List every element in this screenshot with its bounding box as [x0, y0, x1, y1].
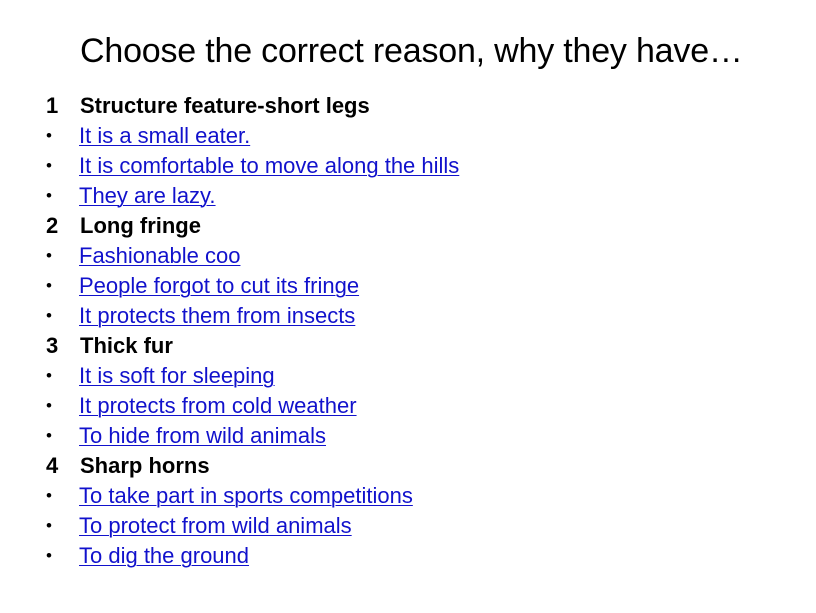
- bullet-icon: •: [46, 156, 52, 175]
- option-link[interactable]: It is a small eater.: [79, 123, 250, 149]
- bullet-icon: •: [46, 486, 52, 505]
- option-link[interactable]: To protect from wild animals: [79, 513, 352, 539]
- bullet-icon: •: [46, 366, 52, 385]
- bullet-icon: •: [46, 276, 52, 295]
- section-heading: 1 Structure feature-short legs: [0, 93, 816, 123]
- question-section: 2 Long fringe • Fashionable coo • People…: [0, 213, 816, 333]
- list-item[interactable]: • To dig the ground: [0, 543, 816, 573]
- option-link[interactable]: To take part in sports competitions: [79, 483, 413, 509]
- question-section: 1 Structure feature-short legs • It is a…: [0, 93, 816, 213]
- section-title: Structure feature-short legs: [80, 93, 370, 118]
- section-heading: 2 Long fringe: [0, 213, 816, 243]
- section-heading: 3 Thick fur: [0, 333, 816, 363]
- list-item[interactable]: • To protect from wild animals: [0, 513, 816, 543]
- list-item[interactable]: • It protects them from insects: [0, 303, 816, 333]
- question-section: 3 Thick fur • It is soft for sleeping • …: [0, 333, 816, 453]
- question-section: 4 Sharp horns • To take part in sports c…: [0, 453, 816, 573]
- bullet-icon: •: [46, 186, 52, 205]
- list-item[interactable]: • It is comfortable to move along the hi…: [0, 153, 816, 183]
- list-item[interactable]: • To take part in sports competitions: [0, 483, 816, 513]
- list-item[interactable]: • To hide from wild animals: [0, 423, 816, 453]
- option-link[interactable]: Fashionable coo: [79, 243, 240, 269]
- option-link[interactable]: It is soft for sleeping: [79, 363, 275, 389]
- page-title: Choose the correct reason, why they have…: [80, 32, 743, 70]
- section-number: 1: [46, 93, 59, 118]
- section-number: 4: [46, 453, 59, 478]
- option-link[interactable]: To dig the ground: [79, 543, 249, 569]
- section-number: 2: [46, 213, 59, 238]
- list-item[interactable]: • It is soft for sleeping: [0, 363, 816, 393]
- bullet-icon: •: [46, 516, 52, 535]
- section-title: Long fringe: [80, 213, 201, 238]
- list-item[interactable]: • Fashionable coo: [0, 243, 816, 273]
- bullet-icon: •: [46, 546, 52, 565]
- slide-canvas: Choose the correct reason, why they have…: [0, 0, 816, 613]
- option-link[interactable]: People forgot to cut its fringe: [79, 273, 359, 299]
- section-number: 3: [46, 333, 59, 358]
- list-item[interactable]: • It is a small eater.: [0, 123, 816, 153]
- section-title: Thick fur: [80, 333, 173, 358]
- bullet-icon: •: [46, 396, 52, 415]
- bullet-icon: •: [46, 426, 52, 445]
- question-list: 1 Structure feature-short legs • It is a…: [0, 93, 816, 573]
- option-link[interactable]: They are lazy.: [79, 183, 216, 209]
- section-heading: 4 Sharp horns: [0, 453, 816, 483]
- bullet-icon: •: [46, 126, 52, 145]
- list-item[interactable]: • People forgot to cut its fringe: [0, 273, 816, 303]
- option-link[interactable]: It protects from cold weather: [79, 393, 357, 419]
- bullet-icon: •: [46, 246, 52, 265]
- option-link[interactable]: It is comfortable to move along the hill…: [79, 153, 459, 179]
- section-title: Sharp horns: [80, 453, 210, 478]
- list-item[interactable]: • It protects from cold weather: [0, 393, 816, 423]
- option-link[interactable]: To hide from wild animals: [79, 423, 326, 449]
- list-item[interactable]: • They are lazy.: [0, 183, 816, 213]
- option-link[interactable]: It protects them from insects: [79, 303, 355, 329]
- bullet-icon: •: [46, 306, 52, 325]
